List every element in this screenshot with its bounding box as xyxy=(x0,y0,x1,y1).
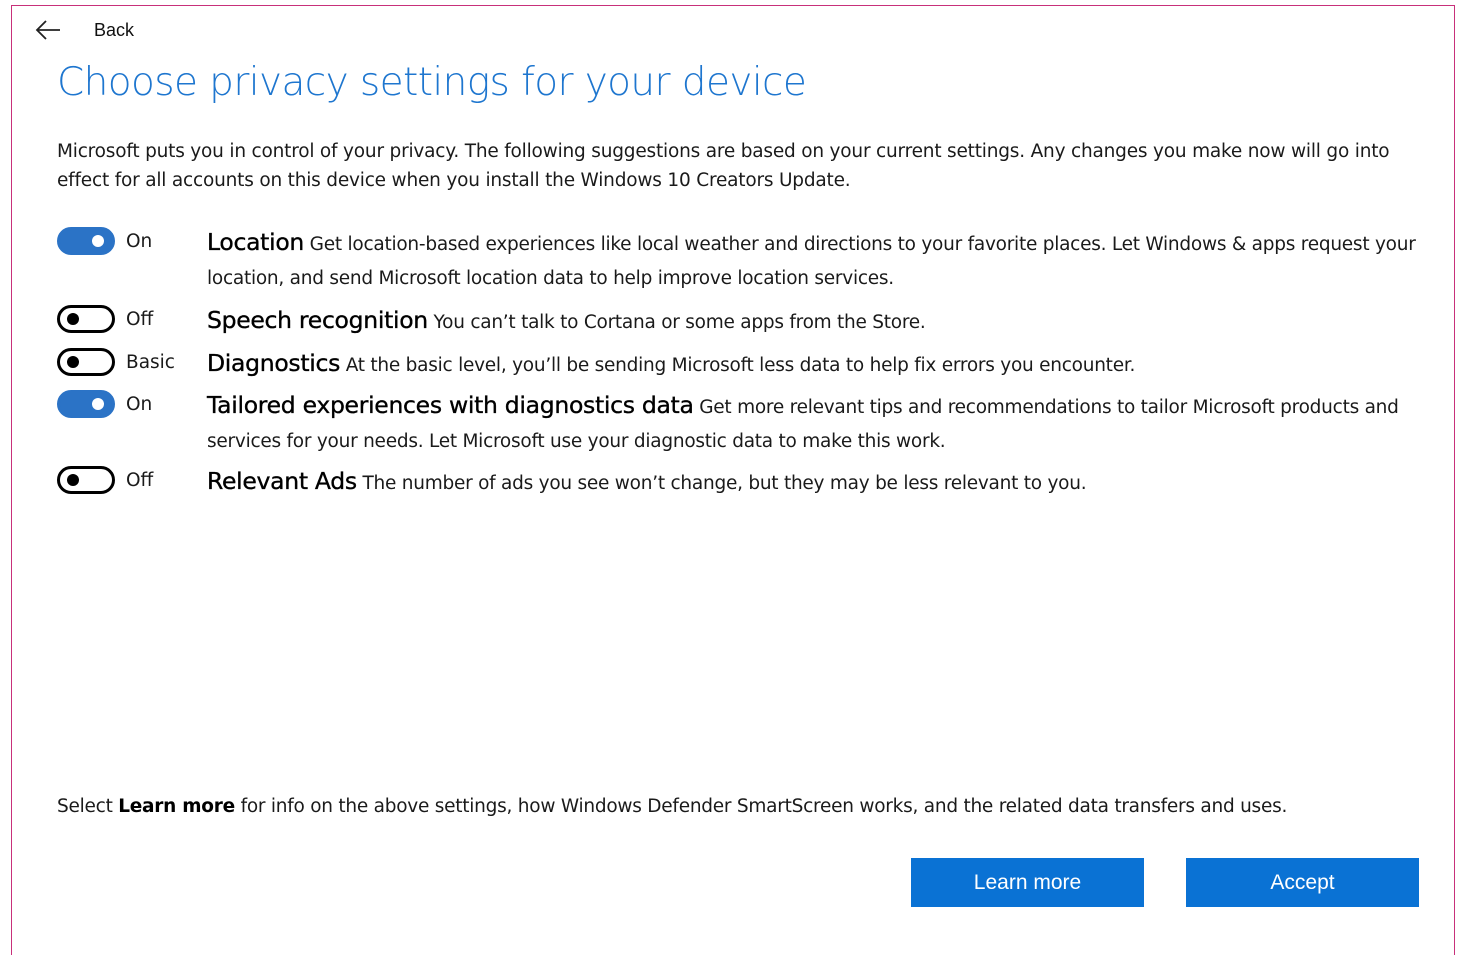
setting-relevant-ads: Off Relevant Ads The number of ads you s… xyxy=(57,464,1437,501)
privacy-settings-window: Back Choose privacy settings for your de… xyxy=(11,5,1455,955)
diagnostics-toggle[interactable] xyxy=(57,348,115,376)
toggle-knob xyxy=(92,235,104,247)
relevant-ads-description: The number of ads you see won’t change, … xyxy=(362,473,1087,494)
arrow-left-icon xyxy=(35,20,60,40)
settings-list: On Location Get location-based experienc… xyxy=(57,225,1437,501)
relevant-ads-description-block: Relevant Ads The number of ads you see w… xyxy=(207,464,1437,501)
location-toggle[interactable] xyxy=(57,227,115,255)
speech-recognition-description-block: Speech recognition You can’t talk to Cor… xyxy=(207,303,1437,340)
diagnostics-description-block: Diagnostics At the basic level, you’ll b… xyxy=(207,346,1437,383)
location-description-block: Location Get location-based experiences … xyxy=(207,225,1437,296)
tailored-experiences-state: On xyxy=(126,394,153,415)
location-name: Location xyxy=(207,228,305,256)
speech-recognition-description: You can’t talk to Cortana or some apps f… xyxy=(433,312,926,333)
relevant-ads-toggle[interactable] xyxy=(57,466,115,494)
accept-button[interactable]: Accept xyxy=(1186,858,1419,907)
note-prefix: Select xyxy=(57,796,113,817)
setting-speech-recognition: Off Speech recognition You can’t talk to… xyxy=(57,303,1437,340)
location-state: On xyxy=(126,231,153,252)
learn-more-note: Select Learn more for info on the above … xyxy=(57,796,1287,817)
tailored-experiences-description-block: Tailored experiences with diagnostics da… xyxy=(207,388,1437,459)
back-label: Back xyxy=(94,19,135,40)
relevant-ads-state: Off xyxy=(126,470,154,491)
toggle-knob xyxy=(92,398,104,410)
toggle-knob xyxy=(67,474,79,486)
back-button[interactable]: Back xyxy=(34,18,134,42)
location-description: Get location-based experiences like loca… xyxy=(207,234,1416,289)
diagnostics-description: At the basic level, you’ll be sending Mi… xyxy=(345,355,1136,376)
page-title: Choose privacy settings for your device xyxy=(57,60,807,105)
setting-diagnostics: Basic Diagnostics At the basic level, yo… xyxy=(57,346,1437,383)
speech-recognition-toggle[interactable] xyxy=(57,305,115,333)
setting-location: On Location Get location-based experienc… xyxy=(57,225,1437,296)
toggle-knob xyxy=(67,356,79,368)
setting-tailored-experiences: On Tailored experiences with diagnostics… xyxy=(57,388,1437,459)
relevant-ads-name: Relevant Ads xyxy=(207,467,357,495)
diagnostics-state: Basic xyxy=(126,352,175,373)
speech-recognition-name: Speech recognition xyxy=(207,306,429,334)
note-bold: Learn more xyxy=(118,796,235,817)
learn-more-button[interactable]: Learn more xyxy=(911,858,1144,907)
speech-recognition-state: Off xyxy=(126,309,154,330)
tailored-experiences-name: Tailored experiences with diagnostics da… xyxy=(207,391,694,419)
intro-text: Microsoft puts you in control of your pr… xyxy=(57,141,1390,191)
note-suffix: for info on the above settings, how Wind… xyxy=(240,796,1288,817)
diagnostics-name: Diagnostics xyxy=(207,349,341,377)
toggle-knob xyxy=(67,313,79,325)
tailored-experiences-toggle[interactable] xyxy=(57,390,115,418)
